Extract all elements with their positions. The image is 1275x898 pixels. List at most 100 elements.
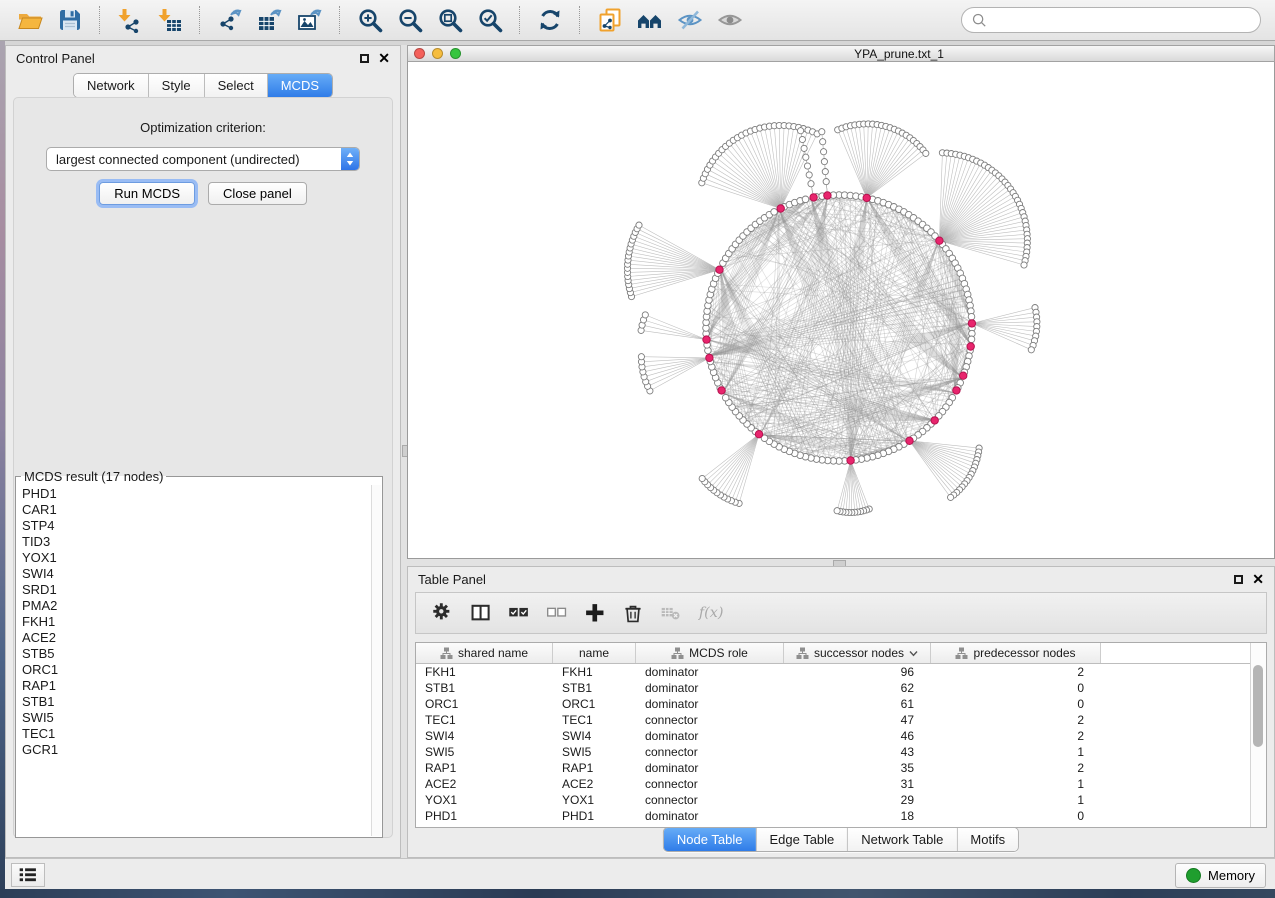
table-cell[interactable]: dominator (636, 664, 784, 680)
network-canvas[interactable] (407, 62, 1275, 559)
column-header-MCDS-role[interactable]: MCDS role (636, 643, 784, 663)
table-cell[interactable]: 2 (931, 728, 1101, 744)
table-cell[interactable]: SWI5 (416, 744, 553, 760)
zoom-out-button[interactable] (393, 4, 427, 36)
network-dominator-node[interactable] (824, 192, 831, 199)
table-row[interactable]: FKH1FKH1dominator962 (416, 664, 1266, 680)
mcds-result-node[interactable]: TEC1 (22, 726, 371, 742)
tab-select[interactable]: Select (205, 74, 268, 97)
mcds-result-node[interactable]: CAR1 (22, 502, 371, 518)
table-cell[interactable]: 1 (931, 776, 1101, 792)
table-cell[interactable]: 43 (784, 744, 931, 760)
memory-button[interactable]: Memory (1175, 863, 1266, 888)
table-cell[interactable]: RAP1 (553, 760, 636, 776)
network-node[interactable] (798, 128, 804, 134)
table-row[interactable]: PHD1PHD1dominator180 (416, 808, 1266, 824)
network-dominator-node[interactable] (953, 387, 960, 394)
table-cell[interactable]: 96 (784, 664, 931, 680)
table-row[interactable]: TEC1TEC1connector472 (416, 712, 1266, 728)
mcds-result-scrollbar[interactable] (371, 485, 381, 836)
table-cell[interactable]: 2 (931, 760, 1101, 776)
columns-button[interactable] (466, 598, 496, 628)
table-row[interactable]: SWI5SWI5connector431 (416, 744, 1266, 760)
mcds-result-node[interactable]: ACE2 (22, 630, 371, 646)
table-scrollbar-thumb[interactable] (1253, 665, 1263, 747)
network-node[interactable] (819, 129, 825, 135)
control-panel-close-button[interactable]: ✕ (378, 51, 390, 65)
table-cell[interactable]: YOX1 (416, 792, 553, 808)
tab-node-table[interactable]: Node Table (664, 828, 757, 851)
table-cell[interactable]: SWI4 (416, 728, 553, 744)
table-cell[interactable]: TEC1 (553, 712, 636, 728)
network-node[interactable] (1028, 347, 1034, 353)
table-panel-close-button[interactable]: ✕ (1252, 572, 1264, 586)
close-panel-button[interactable]: Close panel (208, 182, 307, 205)
network-dominator-node[interactable] (777, 205, 784, 212)
network-node[interactable] (803, 154, 809, 160)
column-header-shared-name[interactable]: shared name (416, 643, 553, 663)
network-dominator-node[interactable] (863, 194, 870, 201)
mcds-result-node[interactable]: SRD1 (22, 582, 371, 598)
mcds-result-node[interactable]: STB5 (22, 646, 371, 662)
table-cell[interactable]: SWI5 (553, 744, 636, 760)
table-cell[interactable]: 61 (784, 696, 931, 712)
network-dominator-node[interactable] (718, 387, 725, 394)
network-node[interactable] (636, 222, 642, 228)
network-node[interactable] (799, 136, 805, 142)
table-cell[interactable]: 47 (784, 712, 931, 728)
tab-motifs[interactable]: Motifs (957, 828, 1018, 851)
table-cell[interactable]: dominator (636, 808, 784, 824)
mcds-result-node[interactable]: PHD1 (22, 486, 371, 502)
mcds-result-node[interactable]: RAP1 (22, 678, 371, 694)
first-neighbors-button[interactable] (633, 4, 667, 36)
table-cell[interactable]: 46 (784, 728, 931, 744)
mcds-result-node[interactable]: SWI4 (22, 566, 371, 582)
table-cell[interactable]: RAP1 (416, 760, 553, 776)
table-cell[interactable]: 29 (784, 792, 931, 808)
mcds-result-node[interactable]: YOX1 (22, 550, 371, 566)
window-close-icon[interactable] (414, 48, 425, 59)
table-cell[interactable]: dominator (636, 696, 784, 712)
export-table-button[interactable] (253, 4, 287, 36)
save-session-button[interactable] (53, 4, 87, 36)
mcds-result-node[interactable]: FKH1 (22, 614, 371, 630)
network-node[interactable] (699, 475, 705, 481)
table-row[interactable]: STB1STB1dominator620 (416, 680, 1266, 696)
table-cell[interactable]: PHD1 (553, 808, 636, 824)
table-scrollbar[interactable] (1250, 643, 1266, 827)
mcds-result-node[interactable]: SWI5 (22, 710, 371, 726)
network-node[interactable] (1021, 262, 1027, 268)
table-row[interactable]: ACE2ACE2connector311 (416, 776, 1266, 792)
table-cell[interactable]: SWI4 (553, 728, 636, 744)
zoom-fit-button[interactable] (433, 4, 467, 36)
gear-button[interactable] (428, 598, 458, 628)
window-zoom-icon[interactable] (450, 48, 461, 59)
mcds-result-node[interactable]: ORC1 (22, 662, 371, 678)
network-dominator-node[interactable] (716, 266, 723, 273)
network-dominator-node[interactable] (968, 320, 975, 327)
mcds-result-node[interactable]: STB1 (22, 694, 371, 710)
table-cell[interactable]: ORC1 (553, 696, 636, 712)
table-panel-float-button[interactable] (1234, 575, 1243, 584)
network-node[interactable] (923, 150, 929, 156)
open-file-button[interactable] (13, 4, 47, 36)
column-header-successor-nodes[interactable]: successor nodes (784, 643, 931, 663)
table-cell[interactable]: 2 (931, 712, 1101, 728)
zoom-selected-button[interactable] (473, 4, 507, 36)
export-network-button[interactable] (213, 4, 247, 36)
column-header-name[interactable]: name (553, 643, 636, 663)
select-all-button[interactable] (504, 598, 534, 628)
network-node[interactable] (968, 336, 975, 343)
duplicate-network-button[interactable] (593, 4, 627, 36)
column-header-predecessor-nodes[interactable]: predecessor nodes (931, 643, 1101, 663)
tab-style[interactable]: Style (149, 74, 205, 97)
table-cell[interactable]: FKH1 (416, 664, 553, 680)
network-dominator-node[interactable] (847, 457, 854, 464)
mcds-result-node[interactable]: TID3 (22, 534, 371, 550)
optimization-criterion-dropdown[interactable]: largest connected component (undirected) (46, 147, 360, 171)
window-minimize-icon[interactable] (432, 48, 443, 59)
network-dominator-node[interactable] (906, 437, 913, 444)
zoom-in-button[interactable] (353, 4, 387, 36)
network-node[interactable] (820, 139, 826, 145)
tab-network-table[interactable]: Network Table (848, 828, 957, 851)
